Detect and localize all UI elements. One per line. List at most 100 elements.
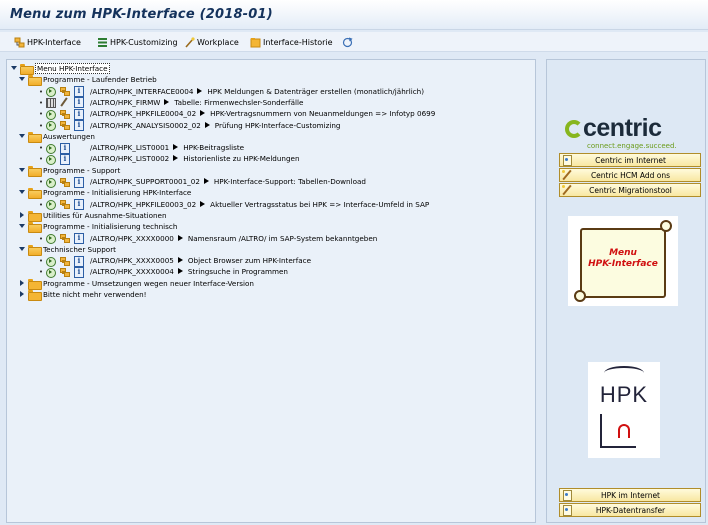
execute-icon[interactable]: [45, 267, 56, 278]
tree-program-row[interactable]: • /ALTRO/HPK_HPKFILE0003_02 Aktueller Vert…: [37, 199, 429, 211]
info-icon[interactable]: [73, 108, 84, 120]
collapse-arrow-icon[interactable]: [19, 223, 26, 230]
refresh-button[interactable]: [342, 35, 353, 49]
centric-internet-label: Centric im Internet: [595, 155, 666, 165]
execute-icon[interactable]: [45, 177, 56, 188]
hpk-customizing-button[interactable]: HPK-Customizing: [97, 35, 178, 49]
tree-folder[interactable]: Bitte nicht mehr verwenden!: [19, 289, 147, 301]
interface-historie-button[interactable]: Interface-Historie: [250, 35, 333, 49]
info-icon[interactable]: [73, 233, 84, 244]
bullet-icon: •: [38, 267, 44, 277]
centric-hcm-addons-button[interactable]: Centric HCM Add ons: [559, 168, 701, 182]
info-icon[interactable]: [73, 266, 84, 278]
execute-icon[interactable]: [45, 109, 56, 120]
hpk-interface-button[interactable]: HPK-Interface: [14, 35, 81, 49]
hpk-internet-button[interactable]: HPK im Internet: [559, 488, 701, 502]
workplace-label: Workplace: [197, 37, 239, 47]
expand-arrow-icon[interactable]: [19, 279, 26, 287]
program-description: HPK-Interface-Support: Tabellen-Download: [213, 177, 366, 186]
hierarchy-icon[interactable]: [59, 86, 70, 97]
tree-program-row[interactable]: • /ALTRO/HPK_XXXX0004 Stringsuche in Progr…: [37, 266, 288, 278]
hpk-logo-arc: [604, 366, 644, 380]
table-icon[interactable]: [45, 97, 56, 109]
pencil-icon[interactable]: [59, 97, 70, 107]
tree-folder-label: Utilities für Ausnahme-Situationen: [43, 210, 167, 220]
history-icon: [250, 37, 261, 48]
program-description: HPK Meldungen & Datenträger erstellen (m…: [207, 86, 425, 96]
info-icon[interactable]: [73, 97, 84, 109]
hierarchy-icon[interactable]: [59, 233, 70, 243]
tree-program-row[interactable]: • /ALTRO/HPK_INTERFACE0004 HPK Meldungen &…: [37, 86, 425, 98]
centric-logo: centric connect.engage.succeed.: [565, 114, 695, 153]
expand-arrow-icon[interactable]: [19, 211, 26, 219]
hierarchy-icon[interactable]: [59, 109, 70, 119]
tree-program-row[interactable]: • /ALTRO/HPK_XXXX0005 Object Browser zum H…: [37, 255, 311, 267]
execute-icon[interactable]: [45, 233, 56, 244]
execute-icon[interactable]: [45, 120, 56, 131]
execute-icon[interactable]: [45, 86, 56, 98]
hierarchy-icon[interactable]: [59, 120, 70, 130]
hpk-customizing-label: HPK-Customizing: [110, 37, 178, 47]
collapse-arrow-icon[interactable]: [19, 133, 26, 140]
info-icon[interactable]: [73, 120, 84, 131]
tree-folder[interactable]: Auswertungen: [19, 131, 95, 143]
arrow-right-icon: [197, 87, 203, 95]
tree-folder[interactable]: Programme - Support: [19, 165, 120, 177]
tree-folder[interactable]: Programme - Laufender Betrieb: [19, 74, 157, 87]
expand-arrow-icon[interactable]: [11, 65, 18, 72]
tree-program-row[interactable]: • /ALTRO/HPK_ANALYSIS0002_02 Prüfung HPK-I…: [37, 120, 341, 131]
folder-open-icon: [28, 75, 42, 87]
workplace-button[interactable]: Workplace: [184, 35, 239, 49]
arrow-right-icon: [177, 268, 184, 275]
collapse-arrow-icon[interactable]: [19, 189, 26, 196]
tree-folder[interactable]: Programme - Initialisierung HPK-Interfac…: [19, 187, 191, 200]
program-description: Historienliste zu HPK-Meldungen: [183, 154, 300, 164]
folder-open-icon: [28, 131, 42, 143]
bullet-icon: •: [38, 154, 44, 164]
hierarchy-icon[interactable]: [59, 267, 70, 277]
tree-folder[interactable]: Utilities für Ausnahme-Situationen: [19, 210, 167, 222]
scroll-text: Menu HPK-Interface: [580, 248, 666, 270]
execute-icon[interactable]: [45, 143, 56, 154]
hierarchy-icon[interactable]: [59, 256, 70, 266]
tree-program-row[interactable]: • /ALTRO/HPK_LIST0001 HPK-Beitragsliste: [37, 142, 245, 154]
centric-internet-button[interactable]: Centric im Internet: [559, 153, 701, 167]
hierarchy-icon[interactable]: [59, 177, 70, 187]
expand-arrow-icon[interactable]: [19, 291, 26, 298]
info-icon[interactable]: [73, 255, 84, 267]
collapse-arrow-icon[interactable]: [19, 246, 26, 253]
program-description: HPK-Beitragsliste: [183, 143, 245, 153]
tree-folder[interactable]: Programme - Initialisierung technisch: [19, 221, 177, 234]
execute-icon[interactable]: [45, 256, 56, 267]
tree-program-row[interactable]: • /ALTRO/HPK_HPKFILE0004_02 HPK-Vertragsnu…: [37, 108, 435, 120]
collapse-arrow-icon[interactable]: [19, 76, 26, 83]
tree-program-row[interactable]: • /ALTRO/HPK_SUPPORT0001_02 HPK-Interface-…: [37, 176, 366, 188]
tree-root[interactable]: Menu HPK-Interface: [11, 63, 110, 75]
tree-folder[interactable]: Technischer Support: [19, 244, 116, 256]
program-code: /ALTRO/HPK_ANALYSIS0002_02: [90, 120, 201, 130]
collapse-arrow-icon[interactable]: [19, 167, 26, 174]
hpk-internet-label: HPK im Internet: [600, 490, 661, 500]
info-icon[interactable]: [73, 199, 84, 211]
tree-folder[interactable]: Programme - Umsetzungen wegen neuer Inte…: [19, 278, 254, 290]
program-description: Namensraum /ALTRO/ im SAP-System bekannt…: [187, 233, 378, 243]
program-code: /ALTRO/HPK_HPKFILE0003_02: [90, 199, 197, 209]
execute-icon[interactable]: [45, 199, 56, 211]
tree-program-row[interactable]: • /ALTRO/HPK_FIRMW Tabelle: Firmenwechsler…: [37, 97, 303, 109]
info-icon[interactable]: [73, 86, 84, 98]
title-bar: Menu zum HPK-Interface (2018-01): [0, 0, 708, 30]
program-code: /ALTRO/HPK_HPKFILE0004_02: [90, 109, 197, 119]
execute-icon[interactable]: [45, 154, 56, 165]
folder-closed-icon: [28, 210, 42, 222]
document-icon: [561, 154, 573, 166]
hpk-logo-text: HPK: [599, 382, 649, 407]
info-icon[interactable]: [73, 176, 84, 188]
tree-program-row[interactable]: • /ALTRO/HPK_XXXX0000 Namensraum /ALTRO/ i…: [37, 233, 377, 244]
centric-migrationstool-label: Centric Migrationstool: [589, 185, 672, 195]
centric-migrationstool-button[interactable]: Centric Migrationstool: [559, 183, 701, 197]
info-icon[interactable]: [59, 153, 70, 165]
info-icon[interactable]: [59, 142, 70, 154]
hierarchy-icon[interactable]: [59, 199, 70, 210]
tree-program-row[interactable]: • /ALTRO/HPK_LIST0002 Historienliste zu HP…: [37, 153, 300, 165]
hpk-datentransfer-button[interactable]: HPK-Datentransfer: [559, 503, 701, 517]
